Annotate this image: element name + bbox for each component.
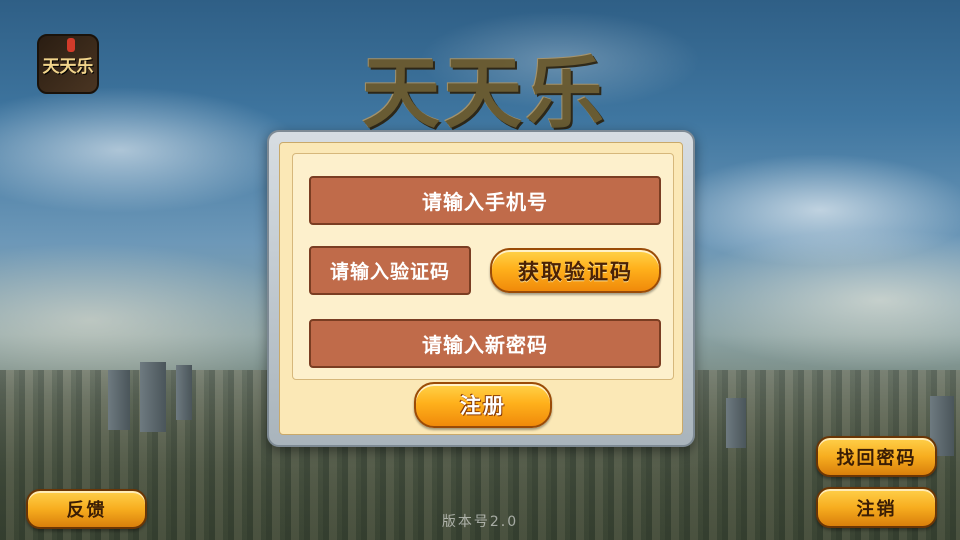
- game-logo: 天天乐: [325, 32, 645, 142]
- app-icon-label: 天天乐: [42, 56, 94, 77]
- register-button[interactable]: 注册: [414, 382, 552, 428]
- phone-placeholder: 请输入手机号: [422, 190, 548, 214]
- knot-icon: [67, 38, 75, 52]
- recover-password-button[interactable]: 找回密码: [816, 436, 937, 477]
- city-tower: [108, 370, 130, 430]
- logout-label: 注销: [856, 498, 897, 520]
- get-code-label: 获取验证码: [518, 259, 633, 284]
- city-tower: [140, 362, 166, 432]
- recover-password-label: 找回密码: [836, 447, 917, 469]
- password-placeholder: 请输入新密码: [422, 333, 548, 357]
- app-icon: 天天乐: [37, 34, 99, 94]
- new-password-input[interactable]: 请输入新密码: [309, 319, 661, 368]
- city-tower: [176, 365, 192, 420]
- get-code-button[interactable]: 获取验证码: [490, 248, 661, 293]
- logo-text: 天天乐: [361, 49, 608, 139]
- city-tower: [726, 398, 746, 448]
- version-label: 版本号2.0: [441, 514, 519, 530]
- form-box: 请输入手机号 请输入验证码 获取验证码 请输入新密码: [292, 153, 674, 380]
- logout-button[interactable]: 注销: [816, 487, 937, 528]
- feedback-button[interactable]: 反馈: [26, 489, 147, 529]
- register-dialog: 请输入手机号 请输入验证码 获取验证码 请输入新密码 注册: [267, 130, 695, 447]
- code-placeholder: 请输入验证码: [329, 261, 450, 283]
- register-label: 注册: [460, 394, 506, 418]
- feedback-label: 反馈: [66, 500, 107, 521]
- dialog-panel: 请输入手机号 请输入验证码 获取验证码 请输入新密码 注册: [279, 142, 683, 435]
- phone-input[interactable]: 请输入手机号: [309, 176, 661, 225]
- verification-code-input[interactable]: 请输入验证码: [309, 246, 471, 295]
